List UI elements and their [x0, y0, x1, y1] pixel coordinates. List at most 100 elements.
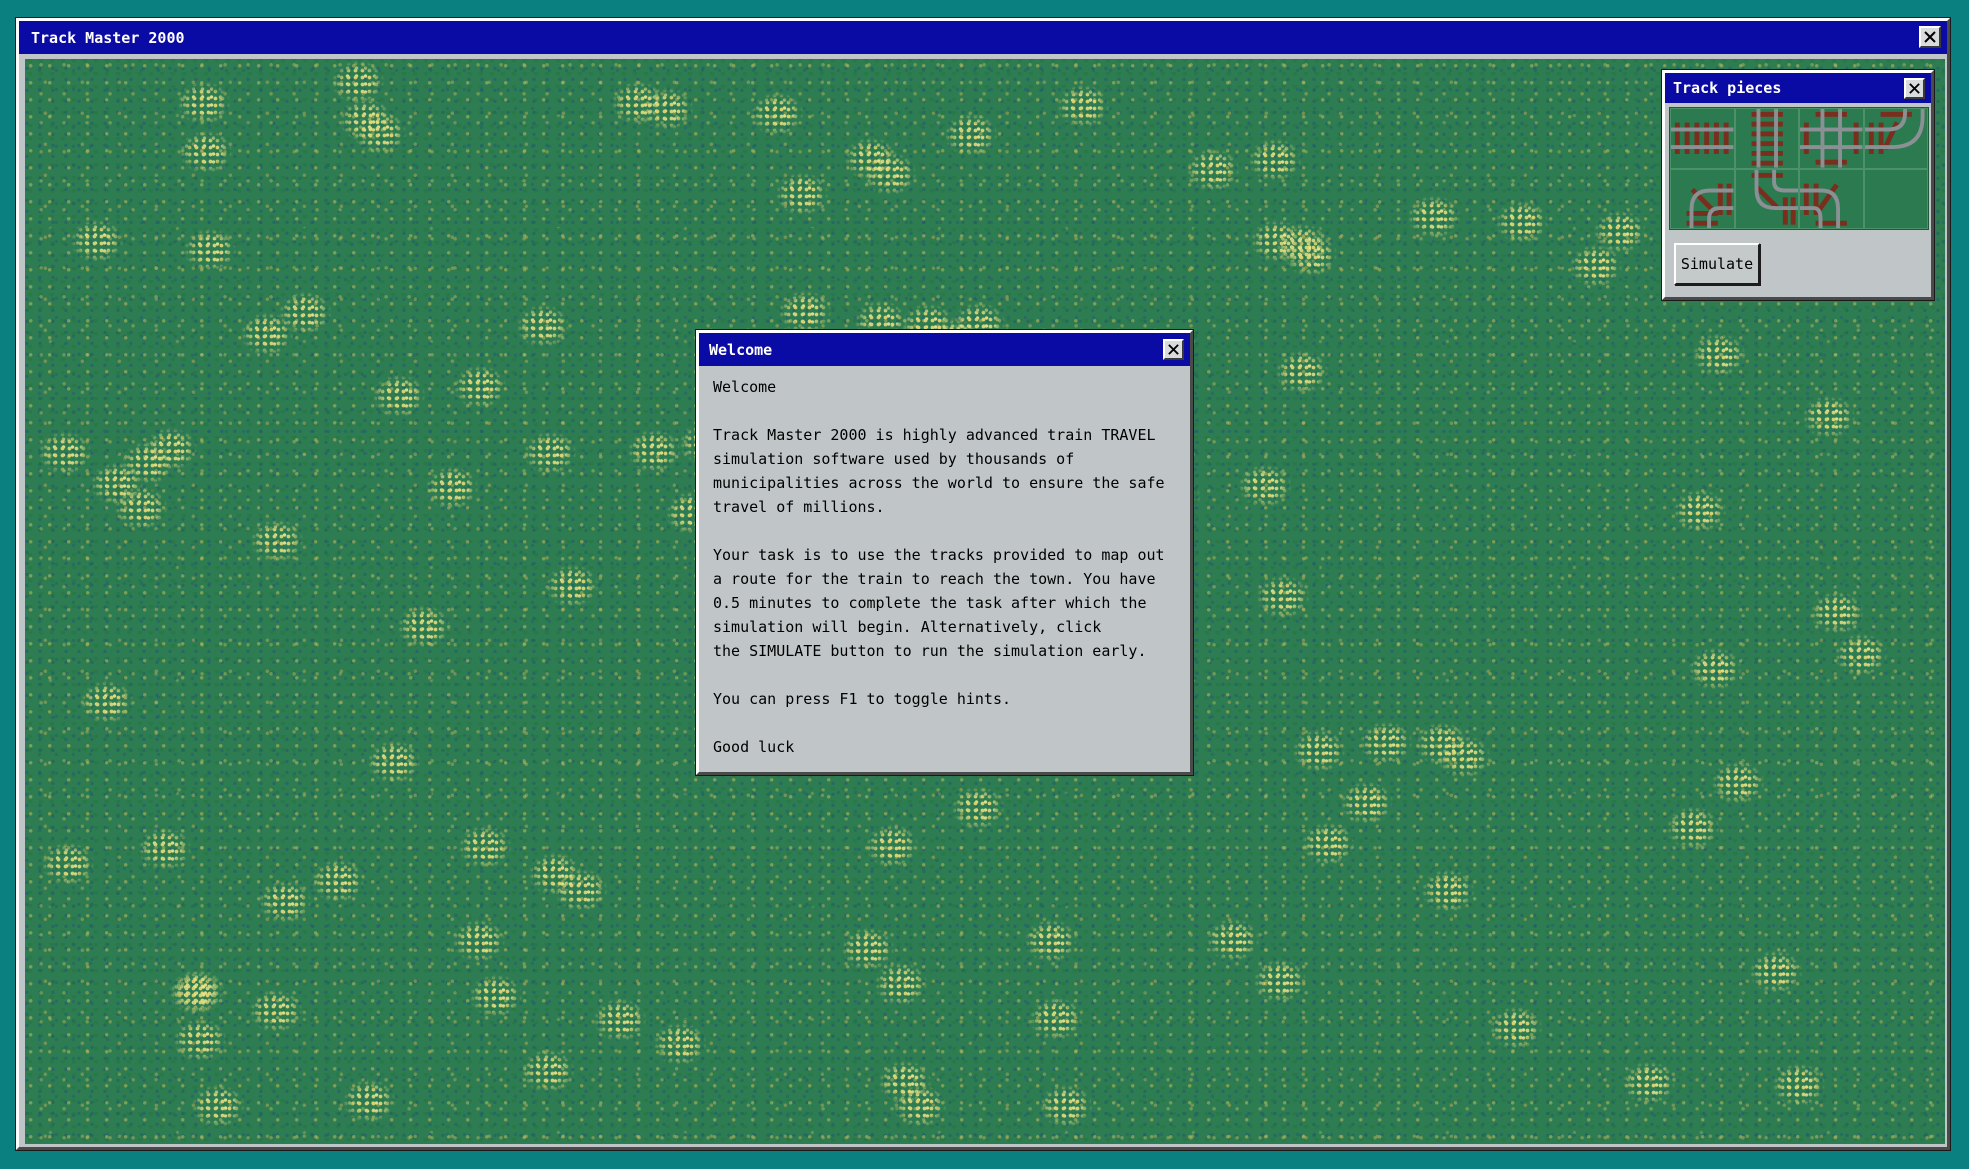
grass-flowers — [278, 291, 338, 335]
grass-flowers — [1340, 781, 1400, 825]
grass-flowers — [545, 564, 605, 608]
track-piece-horizontal[interactable] — [1670, 108, 1735, 169]
grass-flowers — [339, 98, 399, 142]
track-piece-curve-right-down[interactable] — [1670, 168, 1735, 230]
track-piece-curve-left-up[interactable] — [1863, 108, 1928, 169]
welcome-close-button[interactable] — [1163, 339, 1184, 360]
welcome-hint-paragraph: You can press F1 to toggle hints. — [713, 690, 1012, 708]
grass-flowers — [653, 1022, 713, 1066]
grass-flowers — [38, 431, 98, 475]
welcome-closing: Good luck — [713, 738, 795, 756]
grass-flowers — [1495, 200, 1555, 244]
grass-flowers — [893, 1084, 953, 1128]
grass-flowers — [1569, 244, 1629, 288]
grass-flowers — [191, 1084, 251, 1128]
track-piece-cross[interactable] — [1799, 108, 1864, 169]
grass-flowers — [1415, 722, 1475, 766]
main-titlebar[interactable]: Track Master 2000 — [19, 21, 1947, 54]
grass-flowers — [1284, 233, 1344, 277]
grass-flowers — [311, 859, 371, 903]
track-piece-empty — [1863, 168, 1928, 230]
simulate-button[interactable]: Simulate — [1674, 243, 1760, 285]
grass-flowers — [458, 825, 518, 869]
grass-flowers — [80, 680, 140, 724]
palette-titlebar[interactable]: Track pieces — [1665, 73, 1931, 103]
window-title: Track Master 2000 — [31, 28, 185, 47]
grass-flowers — [425, 466, 485, 510]
grass-flowers — [1256, 575, 1316, 619]
grass-flowers — [138, 827, 198, 871]
grass-flowers — [70, 219, 130, 263]
grass-flowers — [177, 81, 237, 125]
grass-flowers — [627, 429, 687, 473]
grass-flowers — [1802, 395, 1862, 439]
grass-flowers — [1301, 822, 1361, 866]
track-pieces-window: Track pieces Simulate — [1662, 70, 1934, 300]
curve-track-icon — [1686, 183, 1734, 229]
grass-flowers — [1056, 84, 1116, 128]
grass-flowers — [342, 1079, 402, 1123]
grass-flowers — [1253, 959, 1313, 1003]
welcome-task-paragraph: Your task is to use the tracks provided … — [713, 546, 1165, 660]
grass-flowers — [169, 971, 229, 1015]
welcome-heading: Welcome — [713, 378, 777, 396]
grass-flowers — [1749, 950, 1809, 994]
horizontal-track-icon — [1671, 122, 1734, 154]
grass-flowers — [1834, 633, 1894, 677]
track-piece-vertical[interactable] — [1734, 108, 1799, 169]
welcome-title: Welcome — [709, 340, 773, 359]
grass-flowers — [1489, 1006, 1549, 1050]
grass-flowers — [453, 365, 513, 409]
welcome-intro-paragraph: Track Master 2000 is highly advanced tra… — [713, 426, 1165, 516]
close-icon — [1168, 344, 1179, 355]
main-close-button[interactable] — [1919, 26, 1941, 48]
track-piece-curve-up-right[interactable] — [1734, 168, 1799, 230]
grass-flowers — [452, 919, 512, 963]
curve-track-icon — [1751, 169, 1798, 225]
grass-flowers — [1039, 1084, 1099, 1128]
grass-flowers — [250, 519, 310, 563]
grass-flowers — [1292, 729, 1352, 773]
grass-flowers — [1238, 464, 1298, 508]
close-icon — [1909, 83, 1920, 94]
grass-flowers — [778, 290, 838, 334]
grass-flowers — [1421, 869, 1481, 913]
palette-close-button[interactable] — [1904, 78, 1925, 99]
grass-flowers — [1029, 997, 1089, 1041]
grass-flowers — [1622, 1061, 1682, 1105]
grass-flowers — [521, 1049, 581, 1093]
vertical-track-icon — [1751, 109, 1783, 168]
grass-flowers — [750, 92, 810, 136]
grass-flowers — [173, 1018, 233, 1062]
grass-flowers — [179, 130, 239, 174]
grass-flowers — [1275, 350, 1335, 394]
grass-flowers — [516, 304, 576, 348]
curve-track-icon — [1864, 109, 1925, 154]
welcome-titlebar[interactable]: Welcome — [699, 333, 1190, 366]
welcome-dialog: Welcome Welcome Track Master 2000 is hig… — [696, 330, 1193, 775]
welcome-message: Welcome Track Master 2000 is highly adva… — [713, 375, 1182, 764]
palette-title: Track pieces — [1673, 79, 1782, 97]
grass-flowers — [183, 228, 243, 272]
grass-flowers — [372, 374, 432, 418]
grass-flowers — [1359, 721, 1419, 765]
grass-flowers — [1772, 1063, 1832, 1107]
grass-flowers — [1024, 919, 1084, 963]
grass-flowers — [1666, 806, 1726, 850]
grass-flowers — [951, 786, 1011, 830]
grass-flowers — [249, 989, 309, 1033]
curve-track-icon — [1800, 183, 1847, 229]
grass-flowers — [90, 462, 150, 506]
grass-flowers — [1206, 918, 1266, 962]
track-pieces-grid — [1669, 107, 1929, 230]
grass-flowers — [1248, 138, 1308, 182]
grass-flowers — [523, 431, 583, 475]
grass-flowers — [1688, 647, 1748, 691]
grass-flowers — [469, 974, 529, 1018]
grass-flowers — [331, 60, 391, 104]
grass-flowers — [865, 824, 925, 868]
grass-flowers — [844, 137, 904, 181]
close-icon — [1924, 31, 1936, 43]
track-piece-curve-left-up-2[interactable] — [1799, 168, 1864, 230]
grass-flowers — [640, 87, 700, 131]
